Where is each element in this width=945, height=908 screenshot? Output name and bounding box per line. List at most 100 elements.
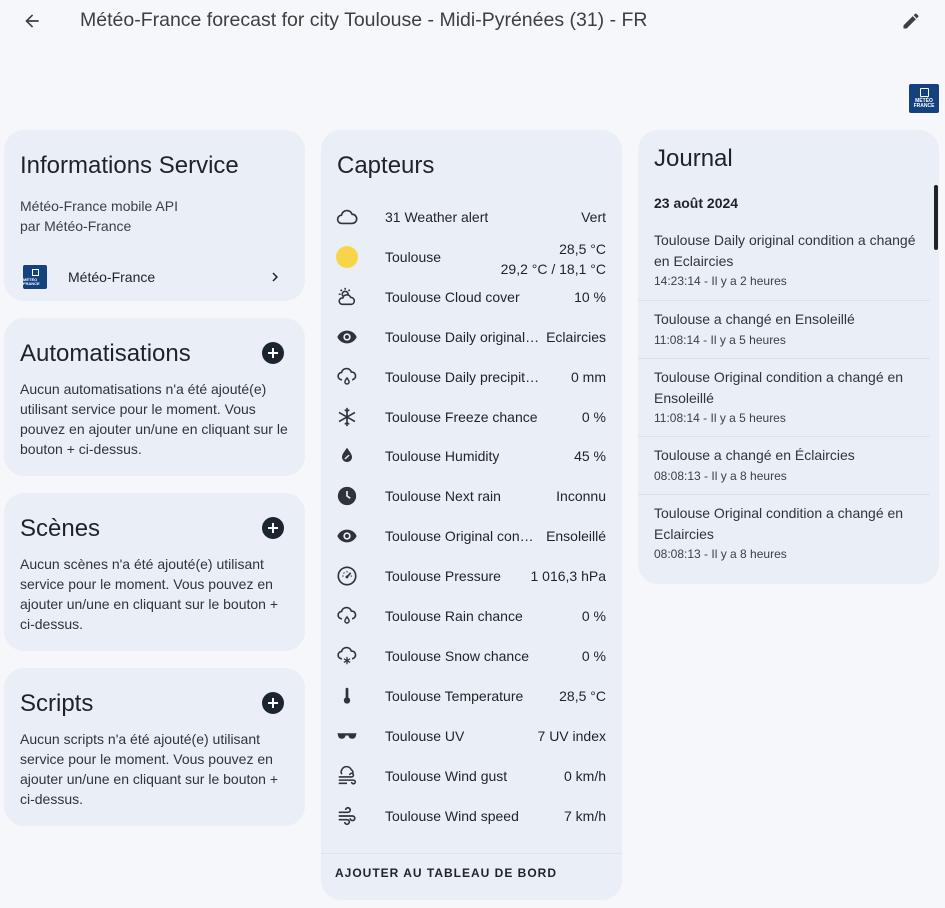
top-bar: Météo-France forecast for city Toulouse … (0, 0, 945, 42)
scripts-card: Scripts Aucun scripts n'a été ajouté(e) … (4, 668, 305, 826)
sensor-row[interactable]: Toulouse Rain chance 0 % (321, 596, 622, 636)
info-manufacturer: par Météo-France (20, 218, 132, 234)
sensor-row[interactable]: Toulouse Pressure 1 016,3 hPa (321, 556, 622, 596)
sensor-value: Inconnu (556, 488, 606, 504)
sensor-row[interactable]: Toulouse Next rain Inconnu (321, 476, 622, 516)
sensor-value-primary: 7 UV index (537, 727, 606, 744)
sensor-row[interactable]: 31 Weather alert Vert (321, 197, 622, 237)
sensor-row[interactable]: Toulouse Snow chance 0 % (321, 636, 622, 676)
sensor-name: Toulouse Humidity (385, 448, 500, 465)
sensor-value-primary: 0 mm (571, 368, 606, 385)
sensor-value-primary: 28,5 °C (559, 687, 606, 704)
sensor-name: Toulouse Pressure (385, 568, 501, 585)
sensor-row[interactable]: Toulouse Daily original… Eclaircies (321, 317, 622, 357)
integration-link[interactable]: MÉTÉO FRANCE Météo-France (4, 260, 305, 294)
sensor-name: Toulouse Wind gust (385, 767, 508, 784)
meteo-france-integration-logo: MÉTÉO FRANCE (23, 265, 47, 289)
sensor-value: Eclaircies (546, 329, 606, 345)
scrollbar[interactable] (934, 185, 938, 250)
add-automation-button[interactable] (262, 342, 284, 364)
sun-icon (335, 245, 359, 269)
edit-button[interactable] (897, 7, 925, 35)
sensor-name: Toulouse (385, 248, 442, 265)
sensor-value-primary: 28,5 °C (559, 240, 606, 257)
gauge-icon (335, 564, 359, 588)
sensor-value: 0 % (582, 608, 606, 624)
add-to-dashboard-button[interactable]: AJOUTER AU TABLEAU DE BORD (335, 866, 557, 888)
journal-message: Toulouse Original condition a changé en … (654, 369, 904, 406)
sensor-row[interactable]: Toulouse Freeze chance 0 % (321, 397, 622, 437)
info-service-card: Informations Service Météo-France mobile… (4, 130, 305, 301)
sensor-value-primary: 0 % (581, 608, 606, 624)
sensor-name: Toulouse UV (385, 727, 465, 744)
journal-timestamp: 11:08:14 - Il y a 5 heures (654, 411, 786, 425)
sensor-row[interactable]: Toulouse Temperature 28,5 °C (321, 676, 622, 716)
journal-timestamp: 14:23:14 - Il y a 2 heures (654, 274, 787, 288)
divider (321, 853, 622, 854)
precipitation-icon (335, 365, 359, 389)
sensor-value-primary: Eclaircies (546, 328, 606, 345)
scenes-empty-text: Aucun scènes n'a été ajouté(e) utilisant… (20, 556, 279, 632)
sensor-value: 10 % (574, 289, 606, 305)
scenes-title: Scènes (20, 515, 101, 542)
plus-icon (268, 523, 278, 533)
sensor-row[interactable]: Toulouse UV 7 UV index (321, 716, 622, 756)
journal-message: Toulouse a changé en Éclaircies (654, 447, 855, 463)
cloud-alert-icon (335, 205, 359, 229)
humidity-icon (335, 444, 359, 468)
journal-message: Toulouse Daily original condition a chan… (654, 232, 916, 269)
sensor-name: Toulouse Cloud cover (385, 288, 520, 305)
info-service-title: Informations Service (20, 152, 239, 179)
sensor-name: Toulouse Freeze chance (385, 408, 538, 425)
integration-label: Météo-France (68, 269, 156, 285)
journal-entry[interactable]: Toulouse a changé en Éclaircies 08:08:13 … (638, 436, 930, 494)
sensor-value-primary: 0 % (581, 647, 606, 664)
journal-card: Journal 23 août 2024 Toulouse Daily orig… (638, 130, 939, 584)
snowflake-icon (335, 405, 359, 429)
info-model: Météo-France mobile API (20, 198, 178, 214)
thermometer-icon (335, 684, 359, 708)
sensor-name: Toulouse Rain chance (385, 608, 523, 624)
rain-chance-icon (335, 604, 359, 628)
journal-entry[interactable]: Toulouse Daily original condition a chan… (638, 222, 930, 300)
eye-icon (335, 325, 359, 349)
sensor-name: Toulouse Daily original… (385, 328, 540, 345)
sensor-value: 7 UV index (538, 728, 606, 744)
sensor-value-primary: 1 016,3 hPa (530, 568, 606, 585)
sensor-name: Toulouse Wind speed (385, 807, 519, 824)
sensor-row[interactable]: Toulouse Cloud cover 10 % (321, 277, 622, 317)
journal-message: Toulouse a changé en Ensoleillé (654, 311, 855, 327)
sensor-row[interactable]: Toulouse Daily precipitation 0 mm (321, 357, 622, 397)
eye-icon (335, 524, 359, 548)
journal-entry[interactable]: Toulouse Original condition a changé en … (638, 494, 930, 572)
sensor-name: Toulouse Snow chance (385, 647, 529, 664)
sensor-row[interactable]: Toulouse 28,5 °C 29,2 °C / 18,1 °C (321, 237, 622, 277)
sensors-title: Capteurs (337, 152, 435, 179)
scripts-empty-text: Aucun scripts n'a été ajouté(e) utilisan… (20, 731, 279, 807)
sensor-value: 28,5 °C (559, 688, 606, 704)
add-script-button[interactable] (262, 692, 284, 714)
scenes-card: Scènes Aucun scènes n'a été ajouté(e) ut… (4, 493, 305, 651)
meteo-france-logo: MÉTÉO FRANCE (909, 84, 939, 113)
scripts-title: Scripts (20, 690, 94, 717)
page-title: Météo-France forecast for city Toulouse … (80, 9, 648, 31)
sensor-value: 0 mm (571, 369, 606, 385)
sensor-value-primary: 0 % (581, 408, 606, 425)
sensor-name: Toulouse Temperature (385, 687, 524, 704)
pencil-icon (903, 13, 919, 29)
back-button[interactable] (18, 7, 46, 35)
sensor-value: 28,5 °C 29,2 °C / 18,1 °C (501, 239, 606, 279)
journal-entry[interactable]: Toulouse a changé en Ensoleillé 11:08:14 … (638, 300, 930, 358)
add-scene-button[interactable] (262, 517, 284, 539)
snow-chance-icon (335, 644, 359, 668)
sensor-row[interactable]: Toulouse Wind gust 0 km/h (321, 756, 622, 796)
sensor-row[interactable]: Toulouse Humidity 45 % (321, 436, 622, 476)
sensor-name: 31 Weather alert (385, 209, 489, 225)
wind-gust-icon (335, 764, 359, 788)
sensor-row[interactable]: Toulouse Wind speed 7 km/h (321, 796, 622, 836)
sensor-value-primary: Ensoleillé (546, 528, 606, 545)
arrow-left-icon (25, 14, 39, 28)
journal-entry[interactable]: Toulouse Original condition a changé en … (638, 358, 930, 436)
sensor-value-primary: 45 % (574, 448, 606, 465)
sensor-row[interactable]: Toulouse Original con… Ensoleillé (321, 516, 622, 556)
